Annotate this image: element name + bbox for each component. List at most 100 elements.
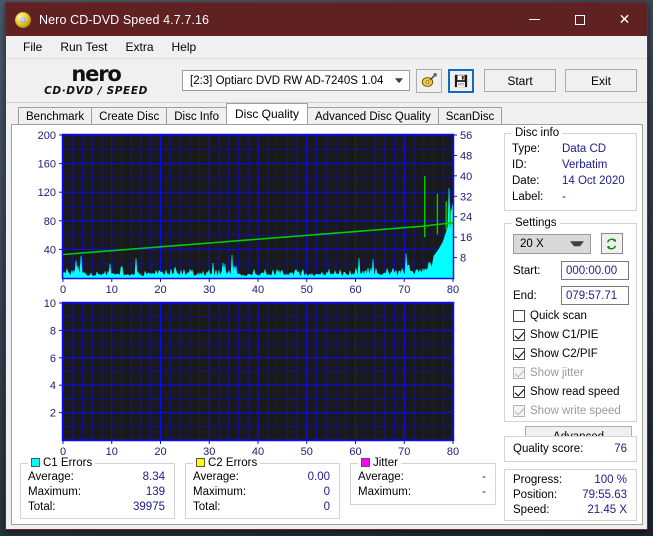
c1-errors-stats-group: C1 Errors Average: 8.34 Maximum: 139 Tot… — [20, 457, 175, 519]
progress-label: Progress: — [513, 474, 563, 486]
menu-item-file[interactable]: File — [14, 38, 51, 57]
chevron-down-icon — [570, 241, 584, 247]
x-tick-label: 50 — [301, 446, 313, 458]
start-button[interactable]: Start — [484, 69, 556, 92]
quality-score-value: 76 — [614, 443, 627, 455]
tab-advanced-disc-quality[interactable]: Advanced Disc Quality — [307, 107, 439, 124]
checkbox-box — [513, 367, 525, 379]
screen: Nero CD-DVD Speed 4.7.7.16 ✕ File Run Te… — [0, 0, 653, 536]
toolbar: nero CD·DVD ∕ SPEED [2:3] Optiarc DVD RW… — [6, 59, 647, 103]
quality-score-label: Quality score: — [513, 443, 584, 455]
disc-info-value-date: 14 Oct 2020 — [562, 175, 625, 187]
speed-select[interactable]: 20 X — [513, 234, 591, 254]
disc-icon — [15, 11, 31, 28]
y2-tick-label: 16 — [460, 232, 472, 244]
tab-benchmark[interactable]: Benchmark — [18, 107, 93, 124]
disc-tool-icon — [421, 72, 437, 87]
disc-info-title: Disc info — [512, 127, 563, 139]
maximize-icon — [574, 14, 585, 25]
speed-label: Speed: — [513, 504, 550, 516]
c2-maximum-value: 0 — [323, 486, 330, 498]
checkbox-label: Quick scan — [530, 310, 587, 322]
checkbox-label: Show read speed — [530, 386, 620, 398]
c1-maximum-value: 139 — [145, 486, 165, 498]
jitter-legend-swatch — [361, 458, 370, 467]
checkbox-show-jitter: Show jitter — [513, 367, 584, 379]
maximize-button[interactable] — [557, 3, 602, 36]
jitter-average-label: Average: — [358, 471, 404, 483]
c2-errors-title-text: C2 Errors — [208, 457, 258, 469]
menu-item-run-test[interactable]: Run Test — [51, 38, 116, 57]
checkbox-label: Show write speed — [530, 405, 621, 417]
end-input[interactable]: 079:57.71 — [561, 286, 629, 305]
checkbox-quick-scan[interactable]: Quick scan — [513, 310, 587, 322]
disc-info-value-id: Verbatim — [562, 159, 608, 171]
minimize-icon — [529, 19, 540, 20]
disc-info-label-id: ID: — [512, 159, 527, 171]
disc-info-group: Disc info Type: Data CD ID: Verbatim Dat… — [504, 127, 637, 211]
chevron-down-icon — [395, 77, 403, 83]
c2-average-label: Average: — [193, 471, 239, 483]
c1-total-label: Total: — [28, 501, 56, 513]
save-button[interactable] — [448, 68, 474, 93]
checkbox-box — [513, 405, 525, 417]
disc-info-value-label: - — [562, 191, 566, 203]
checkbox-label: Show C2/PIF — [530, 348, 598, 360]
checkbox-show-read-speed[interactable]: Show read speed — [513, 386, 620, 398]
drive-select-value: [2:3] Optiarc DVD RW AD-7240S 1.04 — [190, 74, 384, 87]
c2-errors-title: C2 Errors — [193, 457, 261, 469]
jitter-average-value: - — [482, 471, 486, 483]
close-icon: ✕ — [618, 11, 631, 28]
menu-bar: File Run Test Extra Help — [6, 36, 647, 59]
disc-info-value-type: Data CD — [562, 143, 607, 155]
c2-maximum-label: Maximum: — [193, 486, 247, 498]
y-tick-label: 200 — [38, 130, 56, 142]
app-window: Nero CD-DVD Speed 4.7.7.16 ✕ File Run Te… — [5, 2, 648, 530]
jitter-maximum-label: Maximum: — [358, 486, 412, 498]
checkbox-show-c1-pie[interactable]: Show C1/PIE — [513, 329, 598, 341]
checkbox-show-c2-pif[interactable]: Show C2/PIF — [513, 348, 598, 360]
tab-disc-quality[interactable]: Disc Quality — [226, 103, 309, 124]
tab-disc-info[interactable]: Disc Info — [166, 107, 227, 124]
tab-scandisc[interactable]: ScanDisc — [437, 107, 503, 124]
checkbox-box — [513, 310, 525, 322]
progress-value: 100 % — [594, 474, 627, 486]
x-tick-label: 10 — [106, 446, 118, 458]
checkbox-box — [513, 348, 525, 360]
refresh-button[interactable] — [601, 233, 623, 254]
c2-legend-swatch — [196, 458, 205, 467]
menu-item-help[interactable]: Help — [163, 38, 206, 57]
end-label: End: — [513, 290, 537, 302]
y-tick-label: 120 — [38, 187, 56, 199]
c2-average-value: 0.00 — [307, 471, 330, 483]
disc-quality-page: 40 80 120 160 200 0 10 20 30 40 50 60 70 80 8 16 24 32 40 4… — [11, 124, 643, 525]
y-tick-label: 4 — [50, 380, 56, 392]
c1-errors-title-text: C1 Errors — [43, 457, 93, 469]
y-tick-label: 160 — [38, 159, 56, 171]
y-tick-label: 6 — [50, 353, 56, 365]
disc-tool-button[interactable] — [416, 68, 442, 93]
disc-info-label-type: Type: — [512, 143, 541, 155]
y2-tick-label: 32 — [460, 191, 472, 203]
exit-button[interactable]: Exit — [565, 69, 637, 92]
minimize-button[interactable] — [512, 3, 557, 36]
tab-create-disc[interactable]: Create Disc — [91, 107, 168, 124]
close-button[interactable]: ✕ — [602, 3, 647, 36]
c1-average-value: 8.34 — [142, 471, 165, 483]
c2-total-label: Total: — [193, 501, 221, 513]
status-group: Progress: 100 % Position: 79:55.63 Speed… — [504, 469, 637, 521]
c1-legend-swatch — [31, 458, 40, 467]
c2-total-value: 0 — [323, 501, 330, 513]
settings-group: Settings 20 X Start: 000:00.00 End: 079:… — [504, 217, 637, 447]
menu-item-extra[interactable]: Extra — [116, 38, 162, 57]
title-bar: Nero CD-DVD Speed 4.7.7.16 ✕ — [6, 3, 647, 36]
logo-tagline: CD·DVD ∕ SPEED — [44, 85, 148, 98]
checkbox-label: Show C1/PIE — [530, 329, 599, 341]
c1-maximum-label: Maximum: — [28, 486, 82, 498]
c2-errors-graph-svg: 2468100 10 20 30 40 50 60 70 80 — [44, 298, 459, 458]
start-input[interactable]: 000:00.00 — [561, 261, 629, 280]
jitter-title: Jitter — [358, 457, 401, 469]
drive-select[interactable]: [2:3] Optiarc DVD RW AD-7240S 1.04 — [182, 70, 410, 91]
start-label: Start: — [513, 265, 541, 277]
position-value: 79:55.63 — [582, 489, 627, 501]
